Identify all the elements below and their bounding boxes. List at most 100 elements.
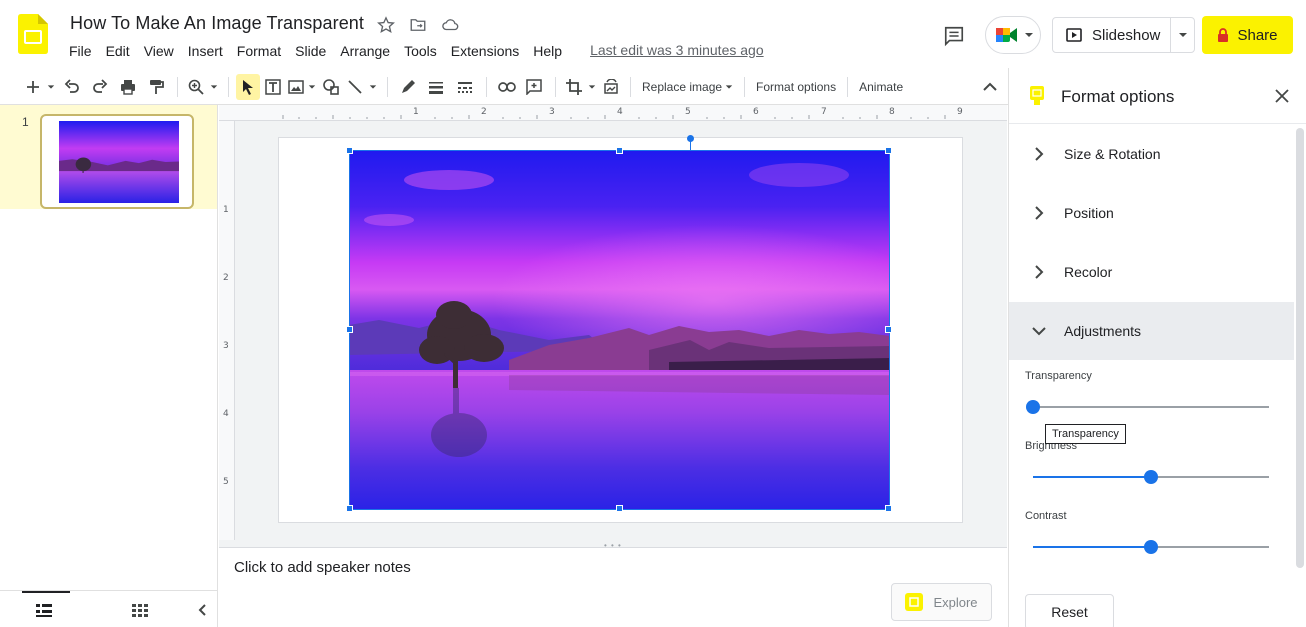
insert-image-button[interactable] [286,74,306,100]
speaker-notes[interactable]: Click to add speaker notes Explore [219,549,1007,627]
zoom-icon [188,79,204,95]
chevron-left-icon[interactable] [195,603,211,617]
paint-format-icon [150,80,164,94]
print-button[interactable] [114,74,142,100]
crop-button[interactable] [563,74,585,100]
resize-handle-w[interactable] [346,326,353,333]
section-recolor[interactable]: Recolor [1009,243,1294,301]
line-button[interactable] [344,74,366,100]
grid-view-icon[interactable] [132,603,148,617]
slideshow-dropdown[interactable] [1171,18,1194,52]
move-folder-icon[interactable] [408,15,428,35]
resize-handle-s[interactable] [616,505,623,512]
reset-button[interactable]: Reset [1025,594,1114,627]
chevron-down-icon [1178,33,1187,37]
brightness-slider[interactable] [1033,470,1269,484]
chevron-down-icon [369,85,377,89]
share-button[interactable]: Share [1202,16,1293,54]
reset-image-button[interactable] [599,74,623,100]
collapse-menus-button[interactable] [980,78,1000,96]
comment-icon [944,26,964,47]
transparency-slider-thumb[interactable] [1026,400,1040,414]
border-dash-icon [458,82,472,93]
chevron-right-icon [1035,206,1044,220]
slide-thumbnail[interactable] [40,114,194,209]
slides-logo-icon[interactable] [18,14,48,54]
rotation-handle[interactable] [687,135,694,142]
slideshow-button[interactable]: Slideshow [1053,18,1171,52]
image-selection-frame [346,135,892,512]
menu-extensions[interactable]: Extensions [444,42,526,60]
menu-edit[interactable]: Edit [99,42,137,60]
ruler-label: 1 [413,107,419,117]
menu-file[interactable]: File [62,42,99,60]
document-title[interactable]: How To Make An Image Transparent [70,13,364,34]
resize-handle-se[interactable] [885,505,892,512]
chevron-down-icon [47,85,55,89]
paint-format-button[interactable] [142,74,170,100]
explore-button[interactable]: Explore [891,583,992,621]
close-icon[interactable] [1273,87,1291,105]
menu-slide[interactable]: Slide [288,42,333,60]
redo-button[interactable] [86,74,114,100]
star-icon[interactable] [376,15,396,35]
resize-handle-n[interactable] [616,147,623,154]
menu-arrange[interactable]: Arrange [333,42,397,60]
meet-button[interactable] [985,16,1041,54]
menu-tools[interactable]: Tools [397,42,444,60]
section-adjustments[interactable]: Adjustments [1009,302,1294,360]
toolbar-divider [555,77,556,97]
zoom-dropdown[interactable] [207,74,221,100]
filmstrip-view-icon[interactable] [36,603,52,617]
speaker-notes-placeholder[interactable]: Click to add speaker notes [234,559,411,576]
brightness-slider-thumb[interactable] [1144,470,1158,484]
filmstrip-footer [0,590,217,627]
redo-icon [93,79,108,93]
shape-button[interactable] [318,74,344,100]
last-edit-link[interactable]: Last edit was 3 minutes ago [583,42,771,60]
border-color-button[interactable] [395,74,421,100]
slider-fill [1033,476,1151,478]
line-dropdown[interactable] [366,74,380,100]
ruler-label: 4 [223,409,229,419]
resize-handle-sw[interactable] [346,505,353,512]
insert-image-dropdown[interactable] [306,74,318,100]
transparency-slider[interactable] [1026,400,1269,414]
section-size-rotation[interactable]: Size & Rotation [1009,125,1294,183]
resize-handle-nw[interactable] [346,147,353,154]
menu-insert[interactable]: Insert [181,42,230,60]
horizontal-ruler: 1 2 3 4 5 6 7 8 9 [219,105,1007,121]
resize-handle-e[interactable] [885,326,892,333]
format-options-button[interactable]: Format options [752,80,840,94]
resize-handle-ne[interactable] [885,147,892,154]
text-box-button[interactable] [260,74,286,100]
ruler-label: 5 [685,107,691,117]
slide[interactable] [279,135,962,522]
contrast-slider-thumb[interactable] [1144,540,1158,554]
select-tool-button[interactable] [236,74,260,100]
new-slide-layout-dropdown[interactable] [44,74,58,100]
undo-button[interactable] [58,74,86,100]
menu-help[interactable]: Help [526,42,569,60]
toolbar-divider [847,77,849,97]
panel-scrollbar[interactable] [1296,128,1304,568]
slide-editor-canvas[interactable]: 1 2 3 4 5 6 7 8 9 1 2 3 4 5 [219,105,1007,547]
border-dash-button[interactable] [451,74,479,100]
menu-view[interactable]: View [137,42,181,60]
animate-button[interactable]: Animate [855,80,907,94]
add-comment-button[interactable] [520,74,548,100]
zoom-button[interactable] [185,74,207,100]
mask-image-dropdown[interactable] [585,74,599,100]
border-weight-button[interactable] [421,74,451,100]
contrast-slider[interactable] [1033,540,1269,554]
menu-format[interactable]: Format [230,42,288,60]
new-slide-button[interactable] [22,74,44,100]
chevron-down-icon [725,85,733,89]
insert-link-button[interactable] [494,74,520,100]
cloud-status-icon[interactable] [440,15,460,35]
comment-history-button[interactable] [938,20,970,52]
filmstrip: 1 [0,105,218,627]
ruler-label: 7 [821,107,827,117]
replace-image-button[interactable]: Replace image [638,80,737,94]
section-position[interactable]: Position [1009,184,1294,242]
